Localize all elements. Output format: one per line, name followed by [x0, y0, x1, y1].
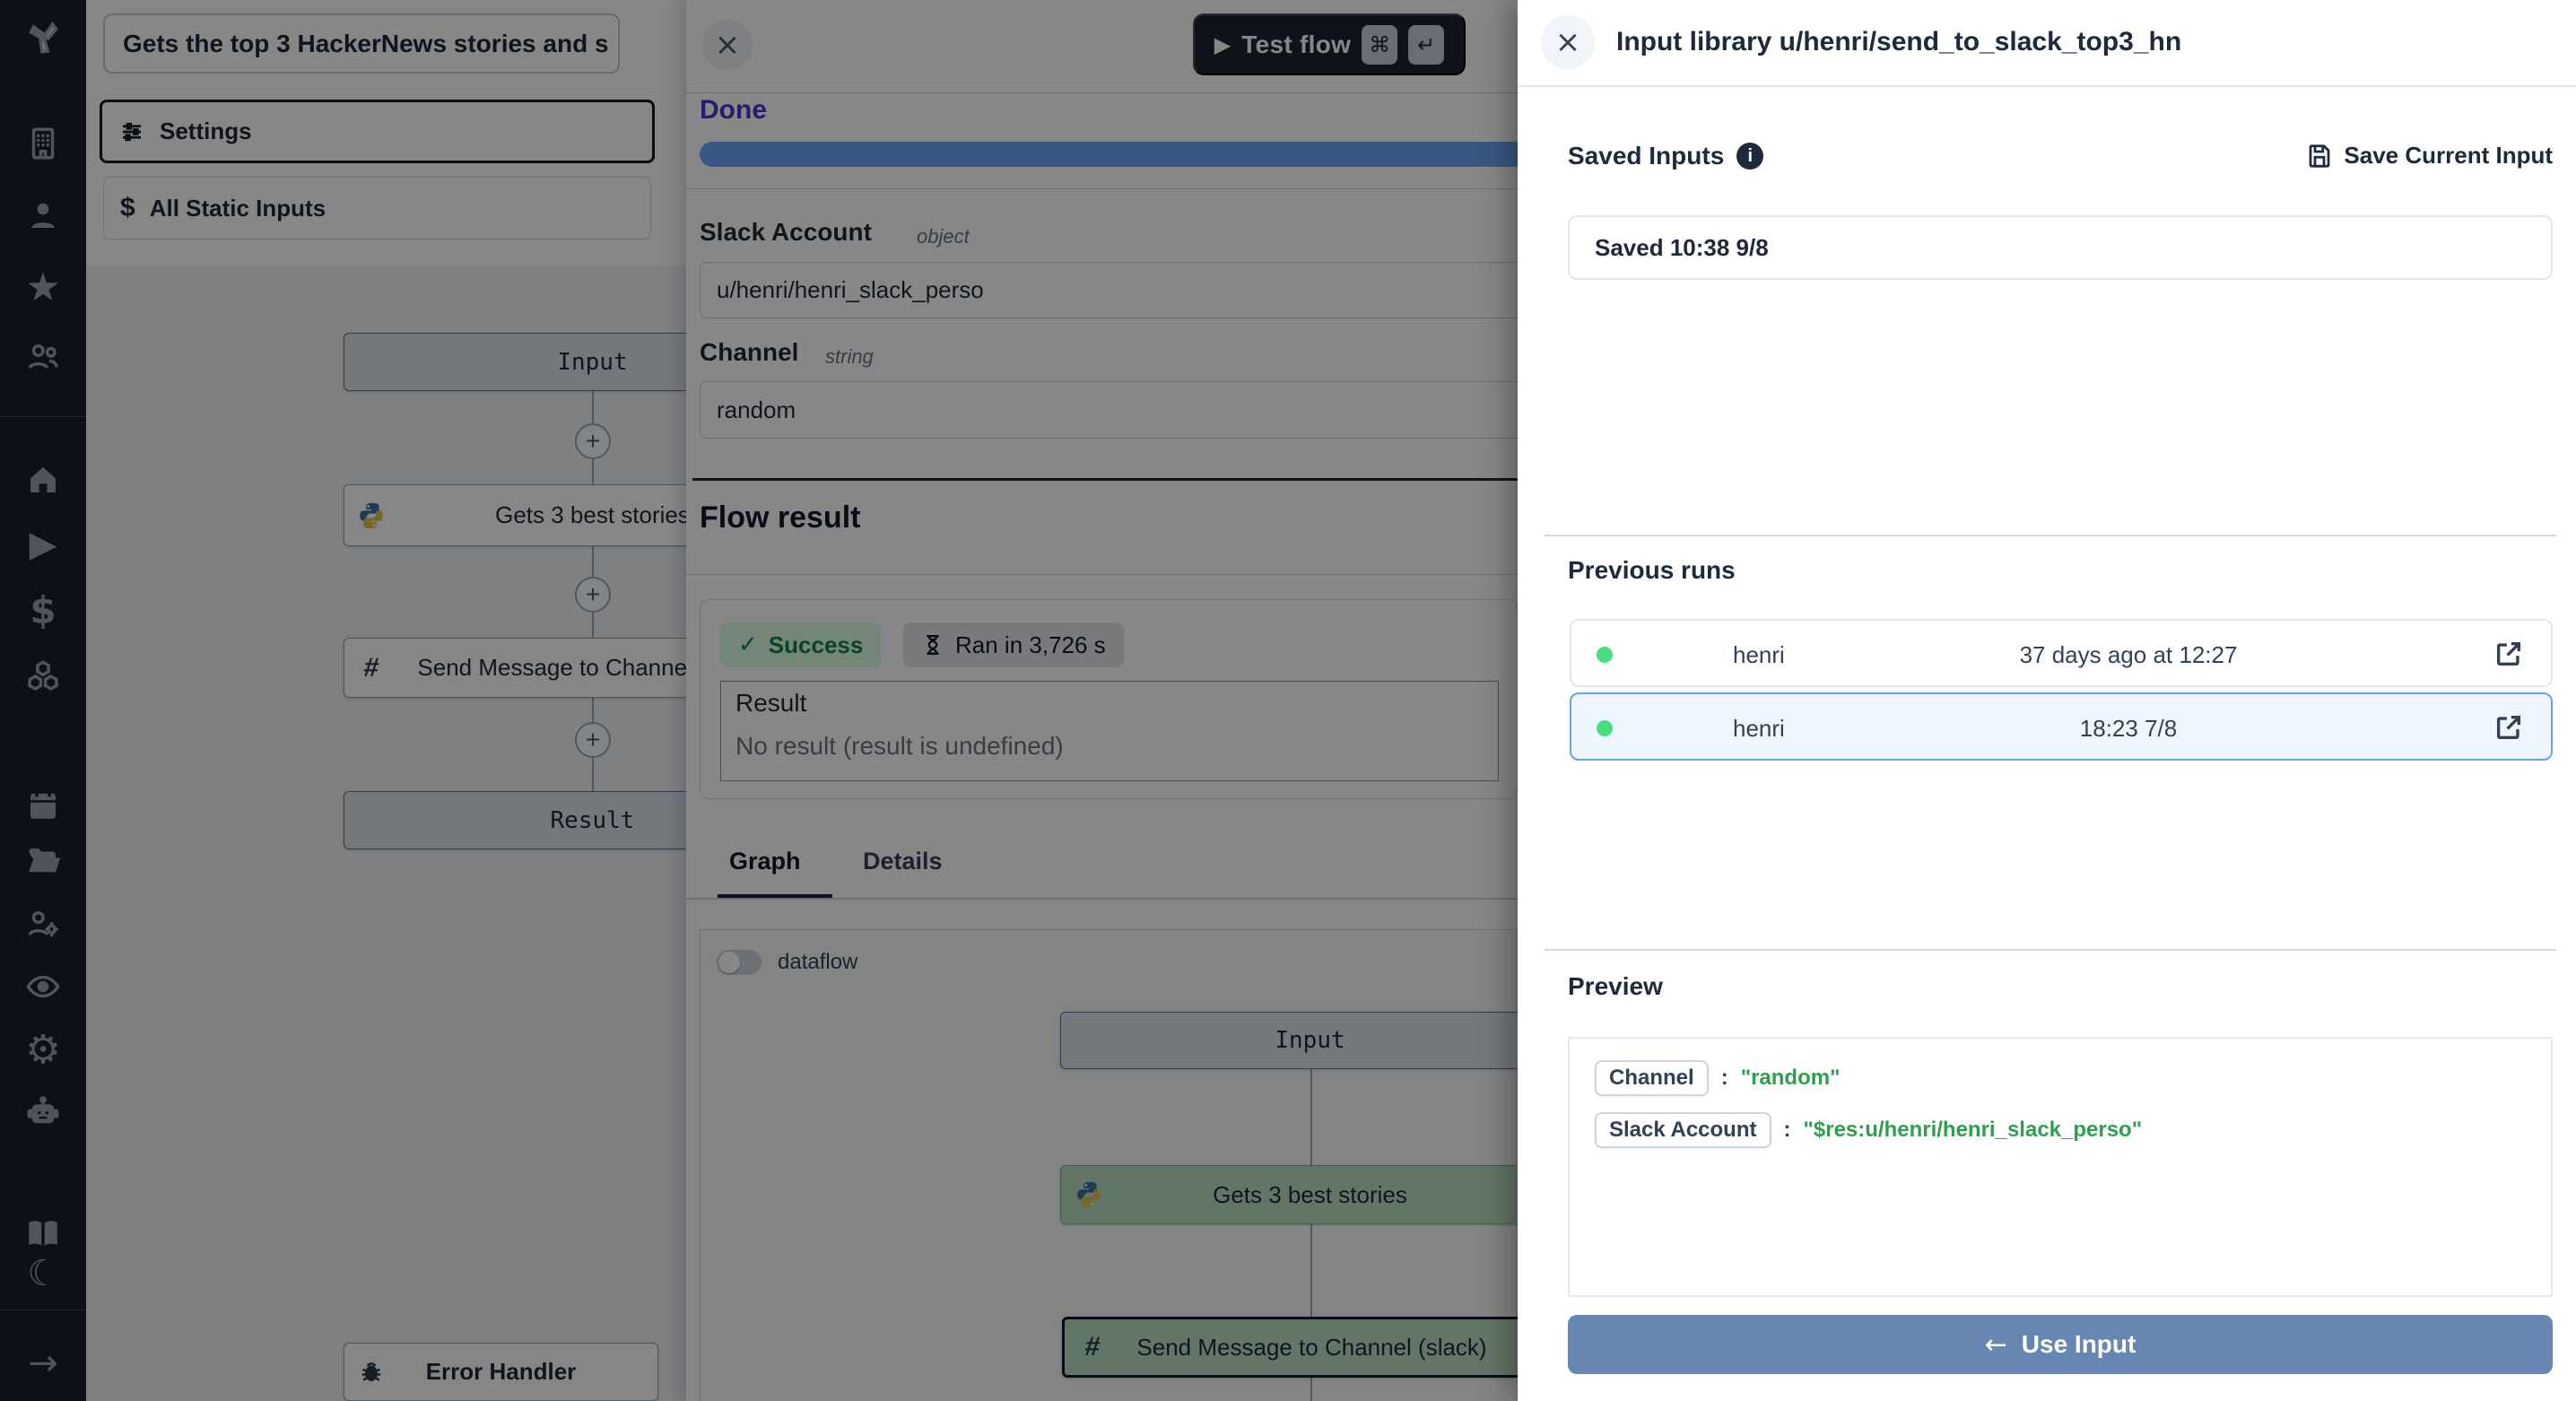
preview-key-channel[interactable]: Channel [1595, 1060, 1709, 1096]
colon: : [1784, 1118, 1791, 1143]
preview-line-slack-account: Slack Account : "$res:u/henri/henri_slac… [1595, 1112, 2142, 1148]
divider [1518, 85, 2576, 87]
colon: : [1721, 1066, 1728, 1091]
run-time: 37 days ago at 12:27 [1571, 641, 2551, 669]
save-current-input-label: Save Current Input [2344, 142, 2553, 170]
preview-line-channel: Channel : "random" [1595, 1060, 1840, 1096]
preview-box: Channel : "random" Slack Account : "$res… [1568, 1037, 2553, 1297]
previous-run-row-2-selected[interactable]: henri 18:23 7/8 [1570, 692, 2553, 761]
saved-inputs-heading: Saved Inputs i [1568, 142, 1763, 170]
drawer-title: Input library u/henri/send_to_slack_top3… [1616, 27, 2181, 57]
open-run-external-link-icon[interactable] [2493, 639, 2524, 669]
run-time: 18:23 7/8 [1571, 715, 2551, 743]
use-input-button[interactable]: ← Use Input [1568, 1315, 2553, 1374]
preview-value-channel: "random" [1741, 1066, 1841, 1091]
input-library-drawer: × Input library u/henri/send_to_slack_to… [1518, 0, 2576, 1401]
previous-runs-heading: Previous runs [1568, 556, 1736, 585]
save-floppy-icon [2306, 143, 2333, 170]
save-current-input-button[interactable]: Save Current Input [2306, 142, 2553, 170]
preview-heading: Preview [1568, 972, 1663, 1001]
divider [1545, 535, 2556, 536]
divider [1545, 949, 2556, 951]
saved-inputs-label: Saved Inputs [1568, 142, 1724, 170]
app-screen: ★ ▶ $ ⚙ ☾ → [0, 0, 2576, 1401]
preview-label: Preview [1568, 972, 1663, 1001]
preview-key-slack-account[interactable]: Slack Account [1595, 1112, 1771, 1148]
preview-value-slack-account: "$res:u/henri/henri_slack_perso" [1804, 1118, 2143, 1143]
close-drawer-button[interactable]: × [1541, 15, 1595, 69]
previous-run-row-1[interactable]: henri 37 days ago at 12:27 [1570, 619, 2553, 687]
left-arrow-icon: ← [1985, 1329, 2007, 1361]
saved-input-entry[interactable]: Saved 10:38 9/8 [1568, 215, 2553, 280]
open-run-external-link-icon[interactable] [2493, 712, 2524, 743]
use-input-label: Use Input [2022, 1330, 2137, 1359]
modal-overlay[interactable] [0, 0, 1518, 1401]
previous-runs-label: Previous runs [1568, 556, 1736, 585]
info-icon[interactable]: i [1736, 143, 1763, 170]
